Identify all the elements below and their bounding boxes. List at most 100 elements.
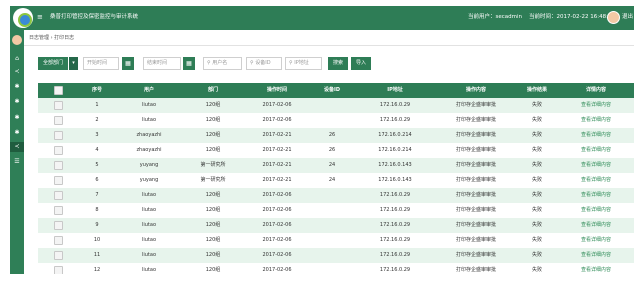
column-header-detail: 详情内容 [585, 87, 606, 93]
cell-ip: 172.16.0.29 [379, 237, 411, 243]
select-all-checkbox[interactable] [54, 86, 63, 95]
cell-user: yuyang [139, 162, 159, 168]
cell-ip: 172.16.0.29 [379, 102, 411, 108]
row-checkbox[interactable] [54, 176, 63, 185]
view-detail-link[interactable]: 查看详细内容 [558, 233, 634, 248]
cell-dept: 120组 [205, 252, 221, 258]
cell-content: 打印存企盛审审批 [455, 267, 496, 273]
view-detail-link[interactable]: 查看详细内容 [558, 113, 634, 128]
view-detail-link[interactable]: 查看详细内容 [558, 203, 634, 218]
view-detail-link[interactable]: 查看详细内容 [558, 188, 634, 203]
row-checkbox[interactable] [54, 116, 63, 125]
import-button[interactable]: 导入 [351, 57, 371, 70]
row-checkbox-cell [38, 263, 78, 274]
row-checkbox[interactable] [54, 236, 63, 245]
cell-device-id: 24 [328, 177, 336, 183]
cell-time: 2017-02-06 [262, 192, 292, 198]
cell-time: 2017-02-21 [262, 177, 292, 183]
cell-content: 打印存企盛审审批 [455, 132, 496, 138]
home-icon[interactable]: ⌂ [12, 54, 22, 64]
cell-content: 打印存企盛审审批 [455, 162, 496, 168]
view-detail-link[interactable]: 查看详细内容 [558, 248, 634, 263]
cell-ip: 172.16.0.143 [378, 177, 412, 183]
column-header-time: 操作时间 [266, 87, 287, 93]
row-checkbox[interactable] [54, 266, 63, 274]
cell-ip: 172.16.0.29 [379, 222, 411, 228]
search-button[interactable]: 搜索 [328, 57, 348, 70]
row-checkbox[interactable] [54, 221, 63, 230]
device-search-input[interactable]: ⚲ 设备ID [246, 57, 282, 70]
logout-button[interactable]: 退出 [622, 14, 633, 21]
cell-user: zhaoyazhi [136, 132, 162, 138]
share-icon[interactable]: ≺ [12, 67, 22, 77]
cell-content: 打印存企盛审审批 [455, 192, 496, 198]
cell-user: liutao [141, 222, 157, 228]
cell-dept: 120组 [205, 102, 221, 108]
chevron-down-icon[interactable]: ▾ [69, 57, 78, 70]
cell-no: 5 [95, 162, 99, 168]
table-row: 12 liutao 120组 2017-02-06 172.16.0.29 打印存企盛审审… [38, 263, 634, 274]
row-checkbox-cell [38, 218, 78, 233]
calendar-icon[interactable]: ▦ [183, 57, 195, 70]
gear-icon[interactable]: ✱ [12, 113, 22, 123]
cell-user: liutao [141, 237, 157, 243]
view-detail-link[interactable]: 查看详细内容 [558, 128, 634, 143]
ip-search-input[interactable]: ⚲ IP地址 [285, 57, 322, 70]
cell-result: 失败 [531, 207, 542, 213]
cell-device-id [310, 263, 354, 274]
cell-time: 2017-02-06 [262, 252, 292, 258]
cell-device-id [310, 218, 354, 233]
cell-result: 失败 [531, 192, 542, 198]
row-checkbox[interactable] [54, 161, 63, 170]
search-icon: ⚲ [250, 60, 254, 66]
row-checkbox[interactable] [54, 131, 63, 140]
cell-no: 8 [95, 207, 99, 213]
user-name: secadmin [495, 14, 523, 20]
row-checkbox[interactable] [54, 146, 63, 155]
row-checkbox-cell [38, 113, 78, 128]
row-checkbox[interactable] [54, 251, 63, 260]
cell-ip: 172.16.0.143 [378, 162, 412, 168]
table-row: 10 liutao 120组 2017-02-06 172.16.0.29 打印存企盛审审… [38, 233, 634, 248]
gear-icon[interactable]: ✱ [12, 82, 22, 92]
search-icon: ⚲ [207, 60, 211, 66]
cell-user: liutao [141, 102, 157, 108]
cell-content: 打印存企盛审审批 [455, 207, 496, 213]
view-detail-link[interactable]: 查看详细内容 [558, 98, 634, 113]
cell-no: 2 [95, 117, 99, 123]
share-icon[interactable]: ≺ [10, 142, 24, 152]
view-detail-link[interactable]: 查看详细内容 [558, 218, 634, 233]
list-icon[interactable]: ☰ [12, 157, 22, 167]
row-checkbox-cell [38, 203, 78, 218]
view-detail-link[interactable]: 查看详细内容 [558, 158, 634, 173]
app-logo [13, 8, 33, 28]
view-detail-link[interactable]: 查看详细内容 [558, 143, 634, 158]
cell-dept: 120组 [205, 132, 221, 138]
gear-icon[interactable]: ✱ [12, 97, 22, 107]
menu-toggle-icon[interactable]: ≡ [37, 13, 43, 21]
row-checkbox[interactable] [54, 191, 63, 200]
gear-icon[interactable]: ✱ [12, 128, 22, 138]
calendar-icon[interactable]: ▦ [122, 57, 134, 70]
cell-user: liutao [141, 267, 157, 273]
cell-user: liutao [141, 117, 157, 123]
table-row: 2 liutao 120组 2017-02-06 172.16.0.29 打印存企盛审审批… [38, 113, 634, 128]
app-title: 桑普打印管控及保密监控与审计系统 [50, 14, 139, 20]
column-header-device-id: 设备ID [323, 87, 340, 93]
dept-select[interactable]: 全部部门 [38, 57, 68, 70]
view-detail-link[interactable]: 查看详细内容 [558, 263, 634, 274]
avatar[interactable] [607, 11, 620, 24]
user-search-input[interactable]: ⚲ 用户名 [203, 57, 242, 70]
view-detail-link[interactable]: 查看详细内容 [558, 173, 634, 188]
cell-device-id: 26 [328, 147, 336, 153]
cell-device-id [310, 98, 354, 113]
cell-content: 打印存企盛审审批 [455, 252, 496, 258]
cell-ip: 172.16.0.29 [379, 192, 411, 198]
start-time-input[interactable]: 开始时间 [83, 57, 119, 70]
cell-ip: 172.16.0.29 [379, 207, 411, 213]
cell-ip: 172.16.0.214 [378, 147, 412, 153]
row-checkbox[interactable] [54, 101, 63, 110]
end-time-input[interactable]: 结束时间 [143, 57, 181, 70]
search-icon: ⚲ [289, 60, 293, 66]
row-checkbox[interactable] [54, 206, 63, 215]
